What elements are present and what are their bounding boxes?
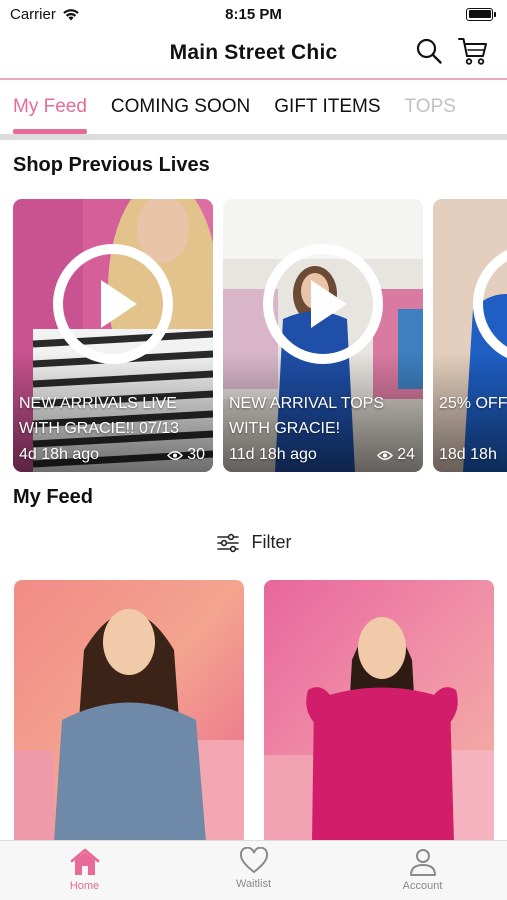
header-actions bbox=[415, 36, 489, 66]
wifi-icon bbox=[63, 8, 79, 20]
live-meta: 18d 18h bbox=[439, 446, 507, 464]
live-card[interactable]: 25% OFF WITH GR 18d 18h bbox=[433, 199, 507, 472]
live-title: NEW ARRIVALS LIVE WITH GRACIE!! 07/13 bbox=[19, 395, 180, 437]
status-bar: Carrier 8:15 PM bbox=[0, 0, 507, 28]
product-card[interactable] bbox=[264, 580, 494, 842]
battery-icon bbox=[466, 7, 496, 21]
status-left: Carrier bbox=[10, 6, 80, 23]
person-icon bbox=[409, 849, 436, 876]
eye-icon bbox=[377, 450, 394, 460]
home-icon bbox=[70, 848, 99, 875]
product-card[interactable] bbox=[14, 580, 244, 842]
tabs-divider bbox=[0, 134, 507, 140]
nav-label: Waitlist bbox=[235, 878, 272, 890]
eye-icon bbox=[167, 450, 184, 460]
category-tabs: My Feed COMING SOON GIFT ITEMS TOPS bbox=[0, 80, 507, 136]
bottom-tab-bar: Home Waitlist Account bbox=[0, 840, 507, 900]
tab-label: GIFT ITEMS bbox=[274, 96, 381, 117]
view-count: 30 bbox=[167, 446, 205, 464]
live-age: 18d 18h bbox=[439, 446, 497, 463]
play-icon[interactable] bbox=[471, 242, 507, 366]
product-image bbox=[264, 580, 494, 842]
sliders-icon bbox=[216, 533, 239, 552]
play-icon[interactable] bbox=[261, 242, 385, 366]
live-title: 25% OFF WITH GR bbox=[439, 395, 507, 412]
app-title: Main Street Chic bbox=[169, 41, 338, 64]
view-count: 24 bbox=[377, 446, 415, 464]
live-card[interactable]: NEW ARRIVAL TOPS WITH GRACIE! 11d 18h ag… bbox=[223, 199, 423, 472]
my-feed-heading: My Feed bbox=[13, 486, 94, 508]
previous-lives-carousel[interactable]: NEW ARRIVALS LIVE WITH GRACIE!! 07/13 4d… bbox=[13, 199, 507, 472]
live-card[interactable]: NEW ARRIVALS LIVE WITH GRACIE!! 07/13 4d… bbox=[13, 199, 213, 472]
live-age: 11d 18h ago bbox=[229, 446, 317, 463]
tab-gift-items[interactable]: GIFT ITEMS bbox=[274, 80, 380, 136]
app-header: Main Street Chic bbox=[0, 28, 507, 78]
nav-account[interactable]: Account bbox=[338, 841, 507, 900]
cart-icon[interactable] bbox=[457, 36, 489, 66]
tab-tops[interactable]: TOPS bbox=[405, 80, 456, 136]
tab-my-feed[interactable]: My Feed bbox=[13, 80, 87, 136]
live-meta: 11d 18h ago 24 bbox=[229, 446, 415, 464]
tab-label: COMING SOON bbox=[110, 96, 251, 117]
live-title: NEW ARRIVAL TOPS WITH GRACIE! bbox=[229, 395, 385, 437]
tab-coming-soon[interactable]: COMING SOON bbox=[111, 80, 250, 136]
play-icon[interactable] bbox=[51, 242, 175, 366]
view-count-value: 24 bbox=[397, 446, 415, 463]
view-count-value: 30 bbox=[187, 446, 205, 463]
search-icon[interactable] bbox=[415, 37, 443, 65]
nav-waitlist[interactable]: Waitlist bbox=[169, 841, 338, 900]
tab-label: My Feed bbox=[13, 96, 87, 117]
live-age: 4d 18h ago bbox=[19, 446, 100, 463]
tab-label: TOPS bbox=[404, 96, 456, 117]
live-meta: 4d 18h ago 30 bbox=[19, 446, 205, 464]
nav-home[interactable]: Home bbox=[0, 841, 169, 900]
nav-label: Home bbox=[69, 880, 100, 892]
filter-label: Filter bbox=[251, 532, 292, 552]
filter-button[interactable]: Filter bbox=[0, 532, 507, 553]
product-image bbox=[14, 580, 244, 842]
previous-lives-heading: Shop Previous Lives bbox=[13, 154, 210, 176]
heart-icon bbox=[239, 847, 268, 874]
nav-label: Account bbox=[402, 880, 443, 892]
carrier-label: Carrier bbox=[10, 5, 56, 23]
